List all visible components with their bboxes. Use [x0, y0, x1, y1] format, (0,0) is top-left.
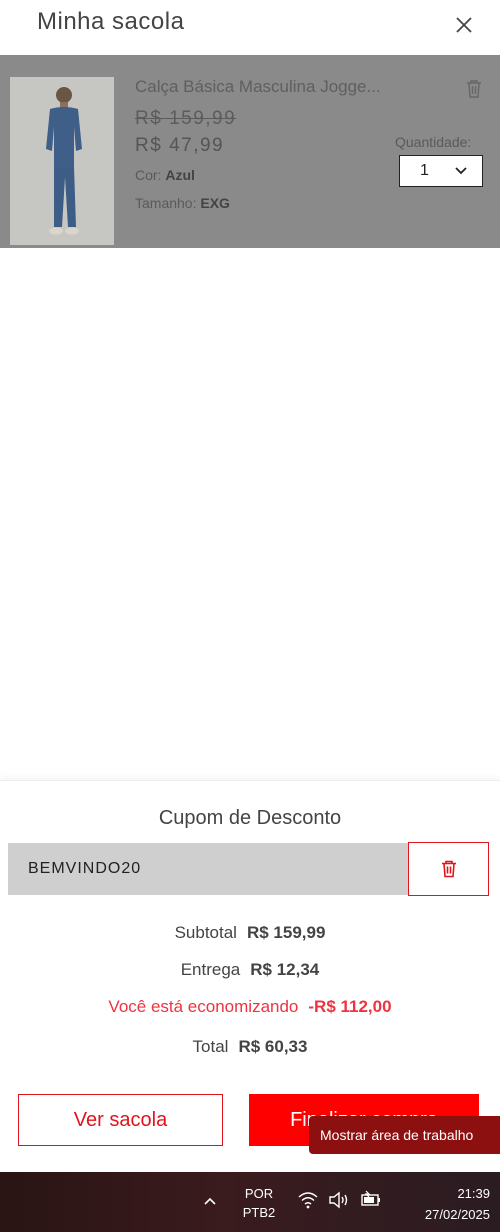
taskbar: POR PTB2 21:39 27/02/2025: [0, 1172, 500, 1232]
show-desktop-tooltip: Mostrar área de trabalho: [309, 1116, 500, 1154]
cart-item: Calça Básica Masculina Jogge... R$ 159,9…: [0, 55, 500, 248]
bag-header: Minha sacola: [0, 0, 500, 55]
keyboard-layout: PTB2: [242, 1205, 276, 1220]
size-value: EXG: [200, 195, 230, 211]
chevron-up-icon[interactable]: [202, 1194, 218, 1208]
date: 27/02/2025: [424, 1207, 490, 1222]
delivery-label: Entrega: [180, 960, 241, 979]
color-value: Azul: [165, 167, 195, 183]
input-language[interactable]: POR PTB2: [236, 1184, 282, 1222]
subtotal-row: Subtotal R$ 159,99: [0, 923, 500, 943]
total-label: Total: [192, 1037, 229, 1056]
trash-icon[interactable]: [465, 79, 483, 99]
volume-icon[interactable]: [328, 1191, 350, 1209]
color-label: Cor:: [135, 167, 162, 183]
language-code: POR: [244, 1186, 274, 1201]
saving-value: -R$ 112,00: [308, 997, 392, 1016]
original-price: R$ 159,99: [135, 108, 237, 129]
quantity-label: Quantidade:: [395, 134, 472, 150]
delivery-value: R$ 12,34: [250, 960, 320, 979]
view-bag-button[interactable]: Ver sacola: [18, 1094, 223, 1146]
coupon-input[interactable]: [8, 843, 408, 895]
saving-label: Você está economizando: [108, 997, 299, 1016]
remove-coupon-button[interactable]: [408, 842, 489, 896]
quantity-select[interactable]: 1: [399, 155, 483, 187]
size-label: Tamanho:: [135, 195, 197, 211]
chevron-down-icon: [455, 167, 467, 175]
bag-summary: Cupom de Desconto Subtotal R$ 159,99 Entr…: [0, 780, 500, 1172]
product-size: Tamanho: EXG: [135, 195, 230, 211]
trash-icon: [442, 860, 456, 878]
sale-price: R$ 47,99: [135, 135, 225, 156]
wifi-icon[interactable]: [298, 1191, 318, 1209]
coupon-title: Cupom de Desconto: [158, 807, 342, 829]
page-title: Minha sacola: [37, 8, 185, 35]
quantity-value: 1: [420, 162, 429, 179]
close-icon[interactable]: [451, 12, 477, 38]
subtotal-label: Subtotal: [174, 923, 237, 942]
total-row: Total R$ 60,33: [0, 1037, 500, 1057]
battery-icon[interactable]: [360, 1190, 382, 1208]
subtotal-value: R$ 159,99: [246, 923, 326, 942]
clock[interactable]: 21:39 27/02/2025: [394, 1183, 490, 1225]
product-color: Cor: Azul: [135, 167, 195, 183]
time: 21:39: [457, 1186, 490, 1201]
saving-row: Você está economizando -R$ 112,00: [0, 997, 500, 1017]
delivery-row: Entrega R$ 12,34: [0, 960, 500, 980]
product-image[interactable]: [10, 77, 114, 245]
product-name[interactable]: Calça Básica Masculina Jogge...: [135, 77, 381, 97]
total-value: R$ 60,33: [238, 1037, 308, 1056]
